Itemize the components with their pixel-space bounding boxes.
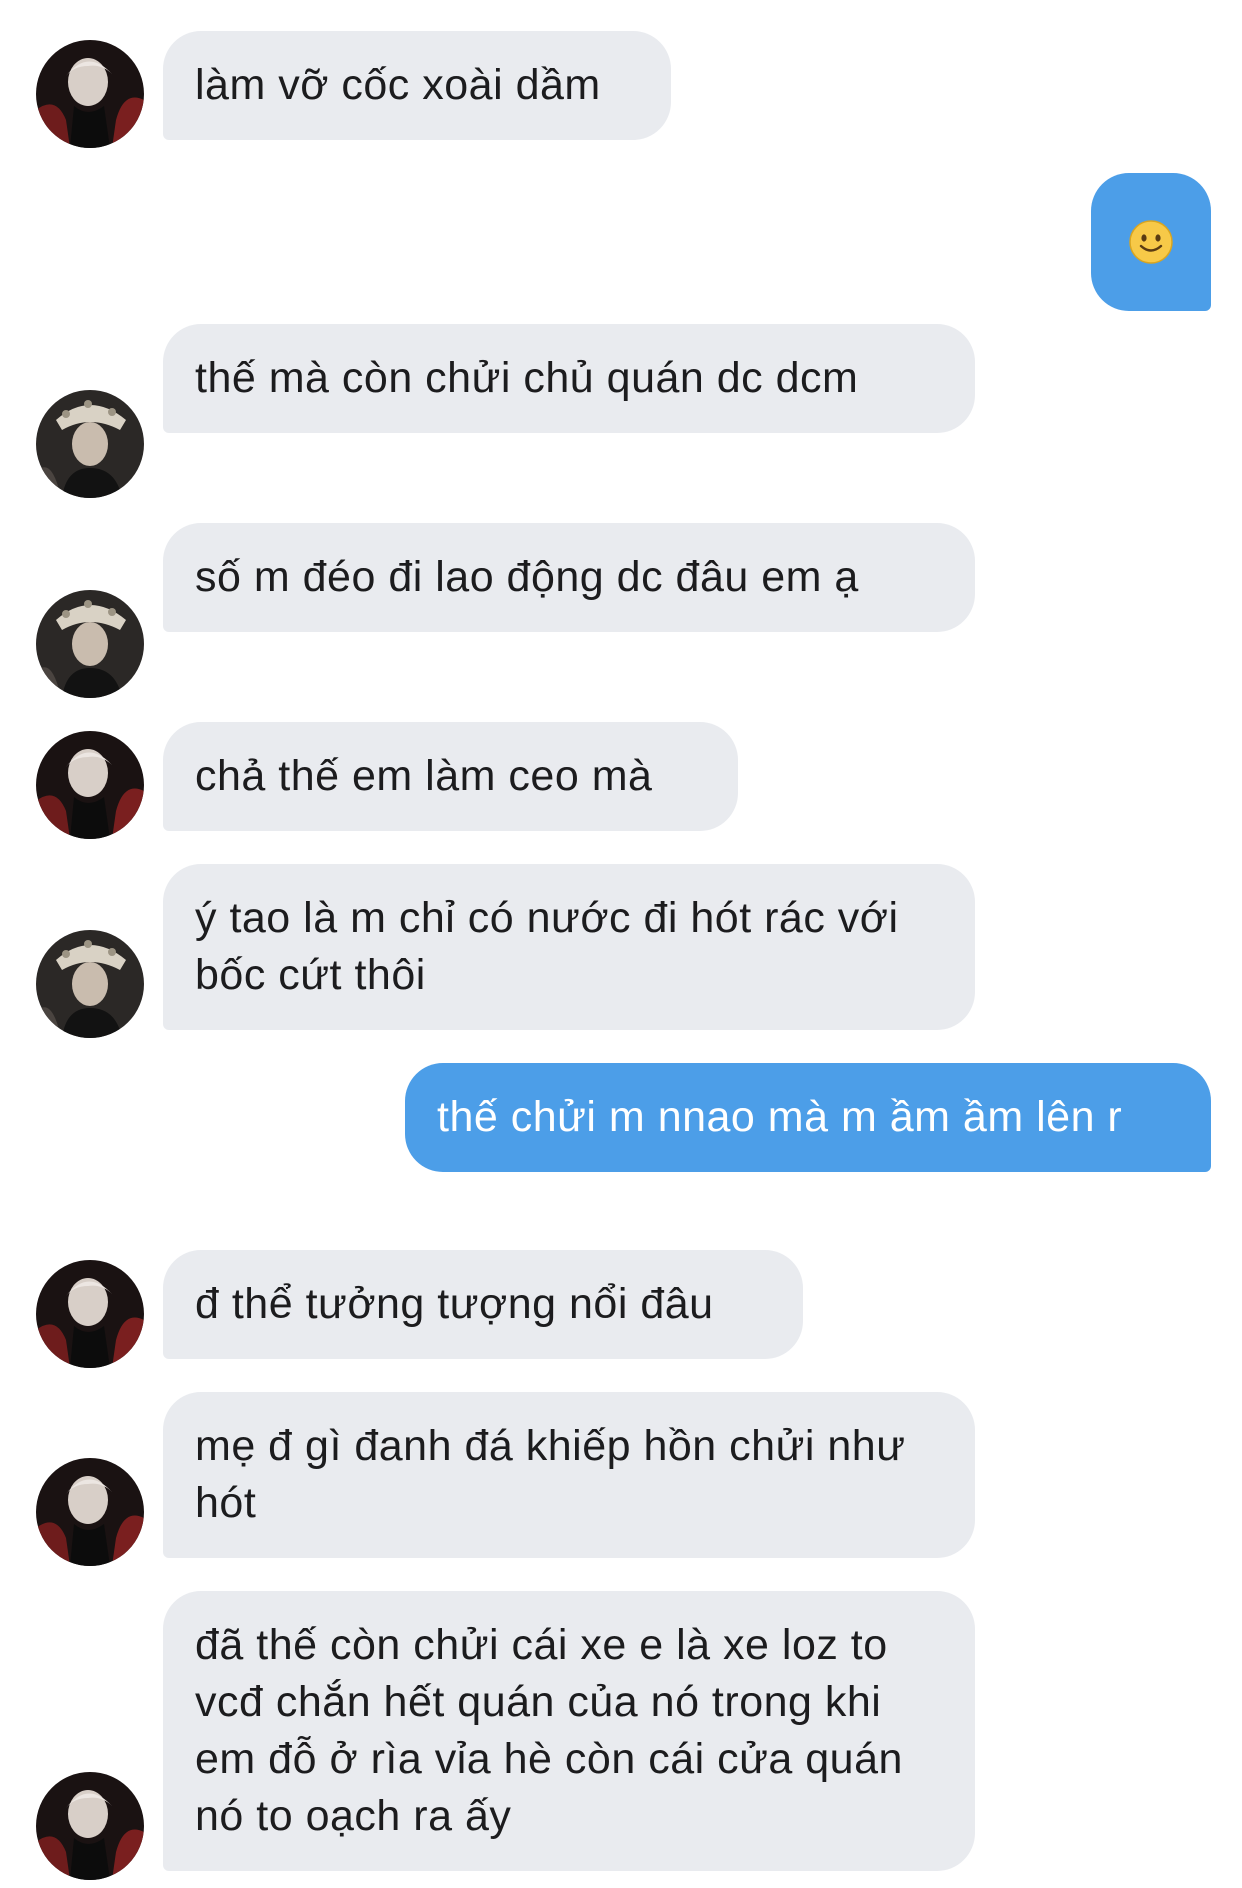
message-text: chả thế em làm ceo mà: [195, 752, 653, 800]
contact-avatar[interactable]: [36, 1458, 144, 1566]
contact-avatar[interactable]: [36, 930, 144, 1038]
message-text: đã thế còn chửi cái xe e là xe loz to vc…: [195, 1621, 903, 1840]
avatar-a-image: [36, 1458, 144, 1566]
contact-avatar[interactable]: [36, 590, 144, 698]
message-bubble-incoming[interactable]: ý tao là m chỉ có nước đi hót rác với bố…: [163, 864, 975, 1030]
contact-avatar[interactable]: [36, 390, 144, 498]
message-bubble-incoming[interactable]: làm vỡ cốc xoài dầm: [163, 31, 671, 140]
chat-thread[interactable]: làm vỡ cốc xoài dầm thế mà còn chửi chủ …: [0, 0, 1242, 1888]
contact-avatar[interactable]: [36, 1772, 144, 1880]
avatar-b-image: [36, 390, 144, 498]
message-bubble-incoming[interactable]: mẹ đ gì đanh đá khiếp hồn chửi như hót: [163, 1392, 975, 1558]
avatar-b-image: [36, 590, 144, 698]
contact-avatar[interactable]: [36, 731, 144, 839]
contact-avatar[interactable]: [36, 1260, 144, 1368]
message-text: thế chửi m nnao mà m ầm ầm lên r: [437, 1093, 1123, 1141]
message-bubble-incoming[interactable]: số m đéo đi lao động dc đâu em ạ: [163, 523, 975, 632]
message-text: thế mà còn chửi chủ quán dc dcm: [195, 354, 859, 402]
avatar-a-image: [36, 40, 144, 148]
message-text: số m đéo đi lao động dc đâu em ạ: [195, 553, 859, 601]
message-bubble-incoming[interactable]: đ thể tưởng tượng nổi đâu: [163, 1250, 803, 1359]
message-text: mẹ đ gì đanh đá khiếp hồn chửi như hót: [195, 1422, 906, 1527]
message-bubble-incoming[interactable]: đã thế còn chửi cái xe e là xe loz to vc…: [163, 1591, 975, 1871]
message-text: ý tao là m chỉ có nước đi hót rác với bố…: [195, 894, 899, 999]
contact-avatar[interactable]: [36, 40, 144, 148]
message-bubble-incoming[interactable]: chả thế em làm ceo mà: [163, 722, 738, 831]
avatar-a-image: [36, 1772, 144, 1880]
avatar-a-image: [36, 1260, 144, 1368]
avatar-a-image: [36, 731, 144, 839]
message-text: đ thể tưởng tượng nổi đâu: [195, 1280, 714, 1328]
message-bubble-outgoing[interactable]: thế chửi m nnao mà m ầm ầm lên r: [405, 1063, 1211, 1172]
slightly-smiling-face-icon: [1129, 220, 1173, 264]
avatar-b-image: [36, 930, 144, 1038]
message-text: làm vỡ cốc xoài dầm: [195, 61, 601, 109]
message-bubble-outgoing[interactable]: [1091, 173, 1211, 311]
message-bubble-incoming[interactable]: thế mà còn chửi chủ quán dc dcm: [163, 324, 975, 433]
